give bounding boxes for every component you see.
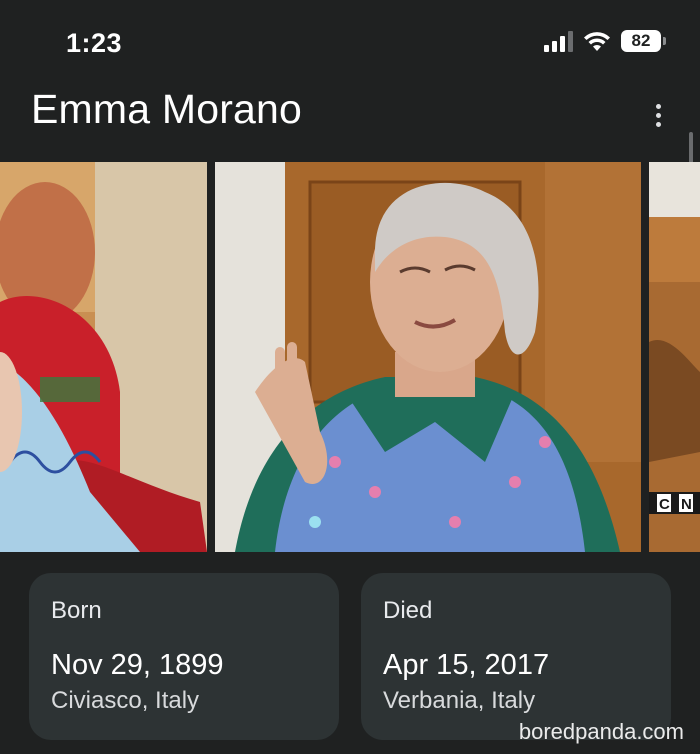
photo-thumbnail-3[interactable]: C N xyxy=(649,162,700,552)
photo-overlay-text-c: C xyxy=(659,496,670,513)
died-label: Died xyxy=(383,597,433,624)
status-time: 1:23 xyxy=(66,28,123,58)
photo-main[interactable] xyxy=(215,162,641,552)
died-place[interactable]: Verbania, Italy xyxy=(383,687,535,715)
page-title: Emma Morano xyxy=(31,86,303,132)
wifi-icon xyxy=(583,30,611,52)
status-bar: 1:23 82 xyxy=(0,0,700,90)
more-vert-icon[interactable] xyxy=(646,100,670,130)
born-card[interactable]: Born Nov 29, 1899 Civiasco, Italy xyxy=(29,573,339,740)
born-label: Born xyxy=(51,597,102,624)
status-icons: 82 xyxy=(544,30,666,52)
image-gallery[interactable]: C N xyxy=(0,162,700,552)
born-date: Nov 29, 1899 xyxy=(51,649,224,681)
died-card[interactable]: Died Apr 15, 2017 Verbania, Italy xyxy=(361,573,671,740)
born-place[interactable]: Civiasco, Italy xyxy=(51,687,199,715)
died-date: Apr 15, 2017 xyxy=(383,649,550,681)
photo-thumbnail-1[interactable] xyxy=(0,162,207,552)
battery-icon: 82 xyxy=(621,30,666,52)
battery-level: 82 xyxy=(621,30,661,52)
signal-icon xyxy=(544,30,573,52)
watermark: boredpanda.com xyxy=(518,719,684,744)
photo-overlay-text-n: N xyxy=(681,496,692,513)
